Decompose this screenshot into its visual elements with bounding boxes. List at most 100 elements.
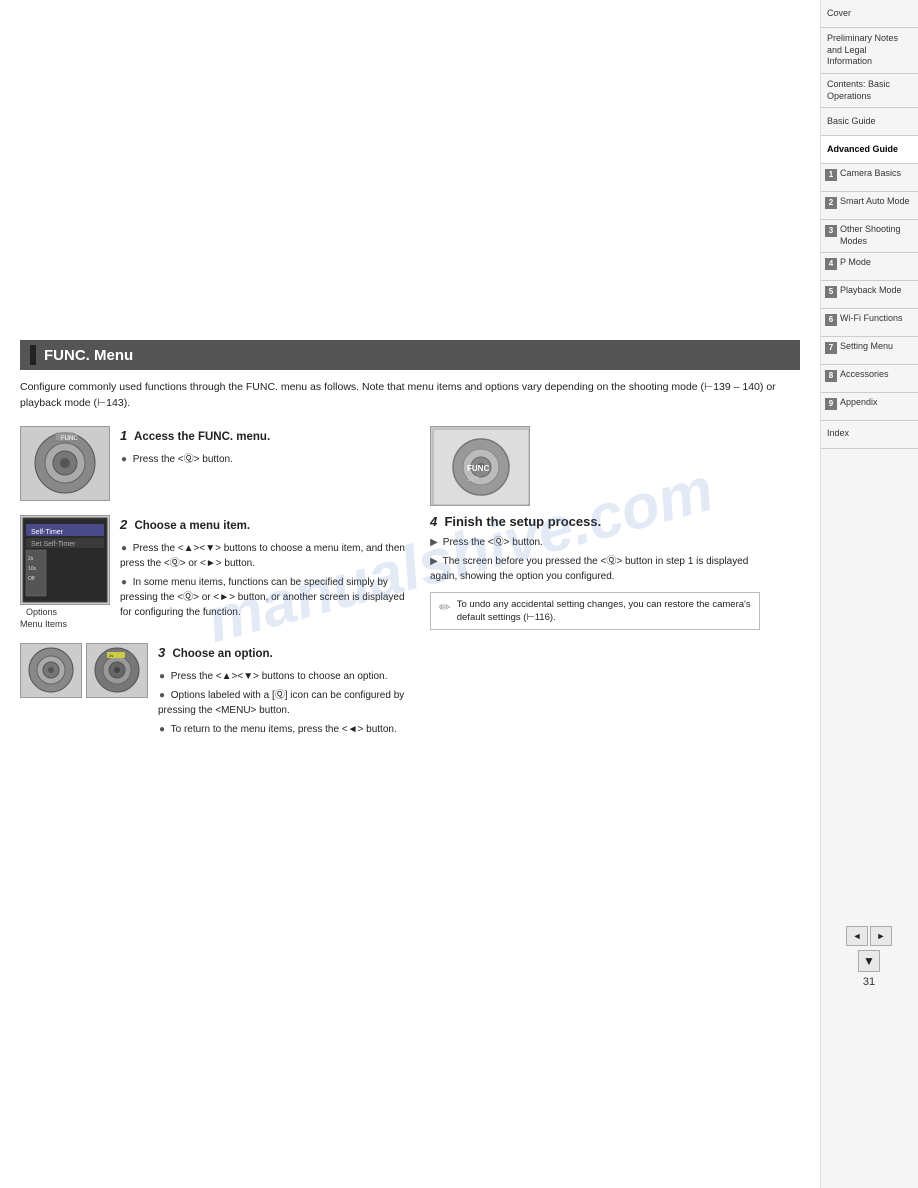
sidebar-item-14[interactable]: Index: [821, 421, 918, 449]
menu-labels: Options Menu Items: [20, 607, 110, 629]
next-arrow[interactable]: ►: [870, 926, 892, 946]
camera-left: [20, 643, 82, 698]
sidebar-label-10: Wi-Fi Functions: [840, 313, 903, 325]
sidebar-label-8: P Mode: [840, 257, 871, 269]
sidebar-item-1[interactable]: Preliminary Notes and Legal Information: [821, 28, 918, 74]
camera-round-image: FUNC: [20, 426, 110, 501]
step-3-bullet-2: ● Options labeled with a [Ⓠ] icon can be…: [158, 688, 410, 718]
section-title-text: FUNC. Menu: [44, 347, 133, 364]
sidebar-label-0: Cover: [827, 8, 851, 20]
svg-text:FUNC: FUNC: [61, 436, 78, 442]
step-4-bullet-2: ▶ The screen before you pressed the <Ⓠ> …: [430, 554, 760, 584]
sidebar-label-12: Accessories: [840, 369, 889, 381]
sidebar-item-13[interactable]: 9Appendix: [821, 393, 918, 421]
sidebar-num-12: 8: [825, 370, 837, 382]
step-2-bullet-1: ● Press the <▲><▼> buttons to choose a m…: [120, 541, 410, 571]
sidebar-num-7: 3: [825, 225, 837, 237]
sidebar: Cover Preliminary Notes and Legal Informa…: [820, 0, 918, 1188]
step-2-content: Self-Timer Set Self-Timer 2s 10s Off Opt…: [20, 515, 410, 629]
sidebar-label-7: Other Shooting Modes: [840, 224, 914, 247]
step-1: FUNC 1 Access the FUNC. menu. ● Press th…: [20, 426, 410, 501]
step-3: 2s 3 Choose an option. ● Press the <▲>: [20, 643, 410, 741]
two-cameras-image: 2s: [20, 643, 148, 698]
sidebar-item-0[interactable]: Cover: [821, 0, 918, 28]
sidebar-label-4: Advanced Guide: [827, 144, 898, 156]
sidebar-num-9: 5: [825, 286, 837, 298]
sidebar-label-13: Appendix: [840, 397, 878, 409]
step-2-bullet-2: ● In some menu items, functions can be s…: [120, 575, 410, 620]
step-4-image: FUNC SET: [430, 426, 530, 506]
section-title: FUNC. Menu: [20, 340, 800, 370]
step-4-header: 4 Finish the setup process.: [430, 514, 760, 529]
step-1-content: FUNC 1 Access the FUNC. menu. ● Press th…: [20, 426, 410, 501]
svg-text:FUNC: FUNC: [467, 464, 489, 473]
menu-items-label: Menu Items: [20, 619, 110, 629]
step-1-header: 1 Access the FUNC. menu.: [120, 426, 270, 446]
sidebar-item-5[interactable]: 1Camera Basics: [821, 164, 918, 192]
svg-text:Set Self-Timer: Set Self-Timer: [31, 541, 76, 548]
title-bar-decoration: [30, 345, 36, 365]
step-4-num: 4: [430, 514, 437, 529]
sidebar-num-10: 6: [825, 314, 837, 326]
page-number: 31: [863, 976, 875, 988]
sidebar-item-7[interactable]: 3Other Shooting Modes: [821, 220, 918, 252]
sidebar-item-11[interactable]: 7Setting Menu: [821, 337, 918, 365]
top-spacer: [20, 20, 800, 340]
svg-text:SET: SET: [467, 477, 479, 483]
sidebar-label-5: Camera Basics: [840, 168, 901, 180]
step-3-header: 3 Choose an option.: [158, 643, 410, 663]
step-2-num: 2: [120, 517, 127, 532]
left-steps: FUNC 1 Access the FUNC. menu. ● Press th…: [20, 426, 410, 755]
sidebar-num-11: 7: [825, 342, 837, 354]
sidebar-label-2: Contents: Basic Operations: [827, 79, 912, 102]
note-text: To undo any accidental setting changes, …: [457, 598, 751, 625]
step-1-image: FUNC: [20, 426, 110, 501]
step-4-bullet-1: ▶ Press the <Ⓠ> button.: [430, 535, 760, 550]
main-content: FUNC. Menu Configure commonly used funct…: [0, 0, 820, 1188]
sidebar-item-9[interactable]: 5Playback Mode: [821, 281, 918, 309]
step-2-image: Self-Timer Set Self-Timer 2s 10s Off Opt…: [20, 515, 110, 629]
step-3-text: 3 Choose an option. ● Press the <▲><▼> b…: [158, 643, 410, 741]
step-1-text: 1 Access the FUNC. menu. ● Press the <Ⓠ>…: [120, 426, 270, 471]
step-3-image: 2s: [20, 643, 148, 698]
svg-text:Off: Off: [28, 576, 35, 582]
sidebar-num-6: 2: [825, 197, 837, 209]
sidebar-item-4[interactable]: Advanced Guide: [821, 136, 918, 164]
step-4-finish-text: ▶ Press the <Ⓠ> button. ▶ The screen bef…: [430, 535, 760, 584]
note-box: ✏ To undo any accidental setting changes…: [430, 592, 760, 631]
sidebar-label-9: Playback Mode: [840, 285, 902, 297]
prev-arrow[interactable]: ◄: [846, 926, 868, 946]
step-3-bullet-1: ● Press the <▲><▼> buttons to choose an …: [158, 669, 410, 684]
sidebar-item-3[interactable]: Basic Guide: [821, 108, 918, 136]
nav-arrows: ◄ ►: [846, 926, 892, 946]
sidebar-items-container: Cover Preliminary Notes and Legal Informa…: [821, 0, 918, 449]
step-3-num: 3: [158, 645, 165, 660]
sidebar-item-10[interactable]: 6Wi-Fi Functions: [821, 309, 918, 337]
step-2-header: 2 Choose a menu item.: [120, 515, 410, 535]
svg-text:2s: 2s: [28, 556, 34, 562]
sidebar-label-1: Preliminary Notes and Legal Information: [827, 33, 912, 68]
menu-screen-image: Self-Timer Set Self-Timer 2s 10s Off: [20, 515, 110, 605]
camera-right: 2s: [86, 643, 148, 698]
sidebar-item-6[interactable]: 2Smart Auto Mode: [821, 192, 918, 220]
sidebar-num-5: 1: [825, 169, 837, 181]
step-1-num: 1: [120, 428, 127, 443]
step-2: Self-Timer Set Self-Timer 2s 10s Off Opt…: [20, 515, 410, 629]
sidebar-label-3: Basic Guide: [827, 116, 876, 128]
note-icon: ✏: [439, 598, 451, 618]
sidebar-label-11: Setting Menu: [840, 341, 893, 353]
step-2-text: 2 Choose a menu item. ● Press the <▲><▼>…: [120, 515, 410, 624]
sidebar-item-12[interactable]: 8Accessories: [821, 365, 918, 393]
sidebar-item-8[interactable]: 4P Mode: [821, 253, 918, 281]
step-3-bullet-3: ● To return to the menu items, press the…: [158, 722, 410, 737]
page-area: ◄ ► ▼ 31: [820, 926, 918, 988]
right-steps: FUNC SET 4 Finish the setup process. ▶ P…: [420, 426, 760, 755]
sidebar-item-2[interactable]: Contents: Basic Operations: [821, 74, 918, 108]
options-label: Options: [26, 607, 110, 617]
bookmark-icon[interactable]: ▼: [858, 950, 880, 972]
step-3-content: 2s 3 Choose an option. ● Press the <▲>: [20, 643, 410, 741]
intro-text: Configure commonly used functions throug…: [20, 380, 780, 412]
svg-text:2s: 2s: [109, 653, 113, 658]
svg-text:Self-Timer: Self-Timer: [31, 529, 64, 536]
sidebar-num-13: 9: [825, 398, 837, 410]
